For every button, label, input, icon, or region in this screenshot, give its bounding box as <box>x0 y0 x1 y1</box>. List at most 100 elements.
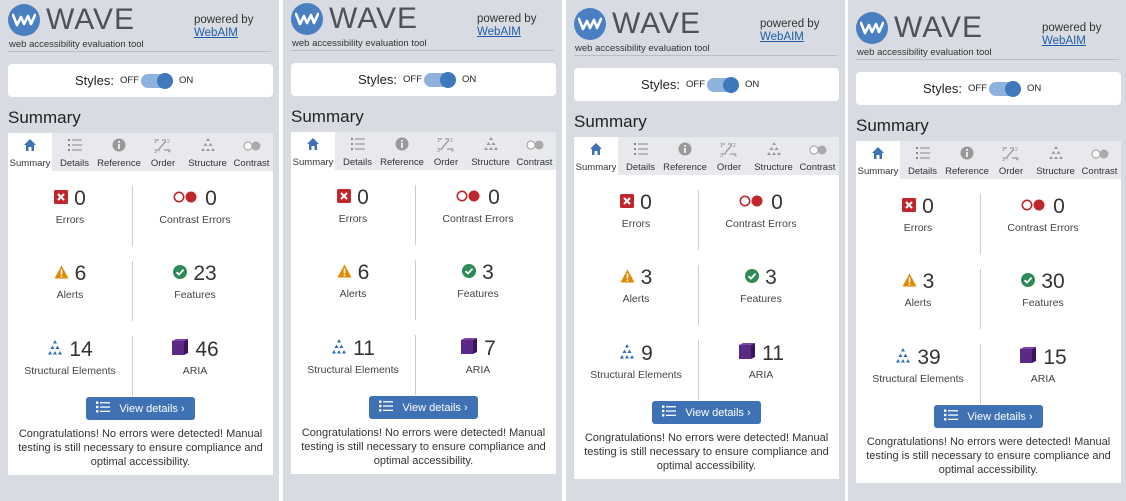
contrast-error-icon <box>1021 198 1047 216</box>
tab-structure[interactable]: Structure <box>1033 141 1078 179</box>
tab-reference[interactable]: Reference <box>97 133 141 171</box>
tab-summary[interactable]: Summary <box>8 133 52 171</box>
aria-icon <box>738 343 756 365</box>
tab-summary[interactable]: Summary <box>291 132 335 170</box>
aria-stat[interactable]: 15 ARIA <box>981 346 1105 385</box>
view-details-button[interactable]: View details › <box>369 396 478 419</box>
tab-contrast[interactable]: Contrast <box>1078 141 1121 179</box>
structural-stat[interactable]: 14 Structural Elements <box>8 338 132 377</box>
summary-heading: Summary <box>856 116 929 135</box>
tagline: web accessibility evaluation tool <box>575 43 710 54</box>
list-icon <box>662 405 677 420</box>
styles-toggle[interactable] <box>141 73 173 89</box>
contrast-icon <box>796 142 839 157</box>
tab-bar: Summary Details Reference 1 2 3 4 Order Str… <box>8 133 273 171</box>
errors-stat[interactable]: 0 Errors <box>8 187 132 226</box>
tab-details[interactable]: Details <box>335 132 380 170</box>
svg-text:1: 1 <box>1002 147 1005 153</box>
tab-contrast[interactable]: Contrast <box>230 133 273 171</box>
webaim-link[interactable]: WebAIM <box>760 31 804 43</box>
alerts-stat[interactable]: 3 Alerts <box>574 266 698 305</box>
features-count: 30 <box>1041 270 1065 293</box>
styles-on-label: ON <box>179 75 194 86</box>
powered-by: powered by WebAIM <box>477 13 536 39</box>
features-count: 23 <box>193 262 217 285</box>
features-stat[interactable]: 3 Features <box>416 261 540 300</box>
features-stat[interactable]: 3 Features <box>699 266 823 305</box>
tab-reference[interactable]: Reference <box>663 137 707 175</box>
webaim-link[interactable]: WebAIM <box>194 27 238 39</box>
tab-summary[interactable]: Summary <box>574 137 618 175</box>
errors-count: 0 <box>74 187 86 210</box>
summary-heading: Summary <box>574 112 647 131</box>
aria-icon <box>1019 347 1037 369</box>
styles-label: Styles: <box>75 73 115 88</box>
errors-count: 0 <box>357 186 369 209</box>
styles-toggle[interactable] <box>424 72 456 88</box>
styles-toggle[interactable] <box>989 81 1021 97</box>
tab-reference[interactable]: Reference <box>380 132 424 170</box>
svg-text:4: 4 <box>734 153 737 157</box>
webaim-link[interactable]: WebAIM <box>477 26 521 38</box>
styles-toggle-bar: Styles: OFF ON <box>291 63 556 96</box>
tab-order[interactable]: 1 2 3 4 Order <box>141 133 185 171</box>
aria-count: 46 <box>195 338 219 361</box>
tab-order[interactable]: 1 2 3 4 Order <box>707 137 751 175</box>
tab-order[interactable]: 1 2 3 4 Order <box>989 141 1033 179</box>
tab-contrast[interactable]: Contrast <box>513 132 556 170</box>
alert-icon <box>902 273 917 292</box>
view-details-button[interactable]: View details › <box>652 401 761 424</box>
svg-text:4: 4 <box>168 149 171 153</box>
view-details-button[interactable]: View details › <box>934 405 1043 428</box>
alerts-count: 3 <box>922 270 935 293</box>
tab-label: Summary <box>292 157 334 168</box>
toggle-knob <box>723 77 739 93</box>
tab-label: Details <box>59 158 90 169</box>
structural-count: 9 <box>641 342 653 365</box>
contrast-errors-stat[interactable]: 0 Contrast Errors <box>133 187 257 226</box>
aria-stat[interactable]: 11 ARIA <box>699 342 823 381</box>
congratulations-message: Congratulations! No errors were detected… <box>584 432 829 472</box>
tab-summary[interactable]: Summary <box>856 141 900 179</box>
tab-structure[interactable]: Structure <box>185 133 230 171</box>
wave-panel: WAVE web accessibility evaluation tool p… <box>848 0 1126 501</box>
errors-stat[interactable]: 0 Errors <box>574 191 698 230</box>
structural-stat[interactable]: 39 Structural Elements <box>856 346 980 385</box>
alerts-count: 6 <box>357 261 370 284</box>
contrast-errors-stat[interactable]: 0 Contrast Errors <box>981 195 1105 234</box>
view-details-button[interactable]: View details › <box>86 397 195 420</box>
features-label: Features <box>1022 297 1064 309</box>
contrast-errors-stat[interactable]: 0 Contrast Errors <box>699 191 823 230</box>
tab-label: Structure <box>188 158 227 169</box>
errors-stat[interactable]: 0 Errors <box>291 186 415 225</box>
aria-stat[interactable]: 7 ARIA <box>416 337 540 376</box>
webaim-link[interactable]: WebAIM <box>1042 35 1086 47</box>
styles-toggle[interactable] <box>707 77 739 93</box>
toggle-knob <box>1005 81 1021 97</box>
features-stat[interactable]: 30 Features <box>981 270 1105 309</box>
structural-stat[interactable]: 11 Structural Elements <box>291 337 415 376</box>
alerts-stat[interactable]: 3 Alerts <box>856 270 980 309</box>
tab-details[interactable]: Details <box>900 141 945 179</box>
summary-card: 0 Errors 0 Contrast Errors 3 <box>574 175 839 479</box>
tab-structure[interactable]: Structure <box>468 132 513 170</box>
alert-icon <box>54 265 69 284</box>
tab-label: Structure <box>471 157 510 168</box>
structural-stat[interactable]: 9 Structural Elements <box>574 342 698 381</box>
tab-details[interactable]: Details <box>618 137 663 175</box>
aria-stat[interactable]: 46 ARIA <box>133 338 257 377</box>
contrast-errors-label: Contrast Errors <box>159 214 231 226</box>
alerts-stat[interactable]: 6 Alerts <box>291 261 415 300</box>
contrast-errors-stat[interactable]: 0 Contrast Errors <box>416 186 540 225</box>
tab-contrast[interactable]: Contrast <box>796 137 839 175</box>
tab-reference[interactable]: Reference <box>945 141 989 179</box>
tab-details[interactable]: Details <box>52 133 97 171</box>
tab-order[interactable]: 1 2 3 4 Order <box>424 132 468 170</box>
alerts-stat[interactable]: 6 Alerts <box>8 262 132 301</box>
styles-label: Styles: <box>923 81 963 96</box>
structure-icon <box>185 138 230 153</box>
features-stat[interactable]: 23 Features <box>133 262 257 301</box>
tab-structure[interactable]: Structure <box>751 137 796 175</box>
errors-stat[interactable]: 0 Errors <box>856 195 980 234</box>
list-icon <box>52 138 97 153</box>
